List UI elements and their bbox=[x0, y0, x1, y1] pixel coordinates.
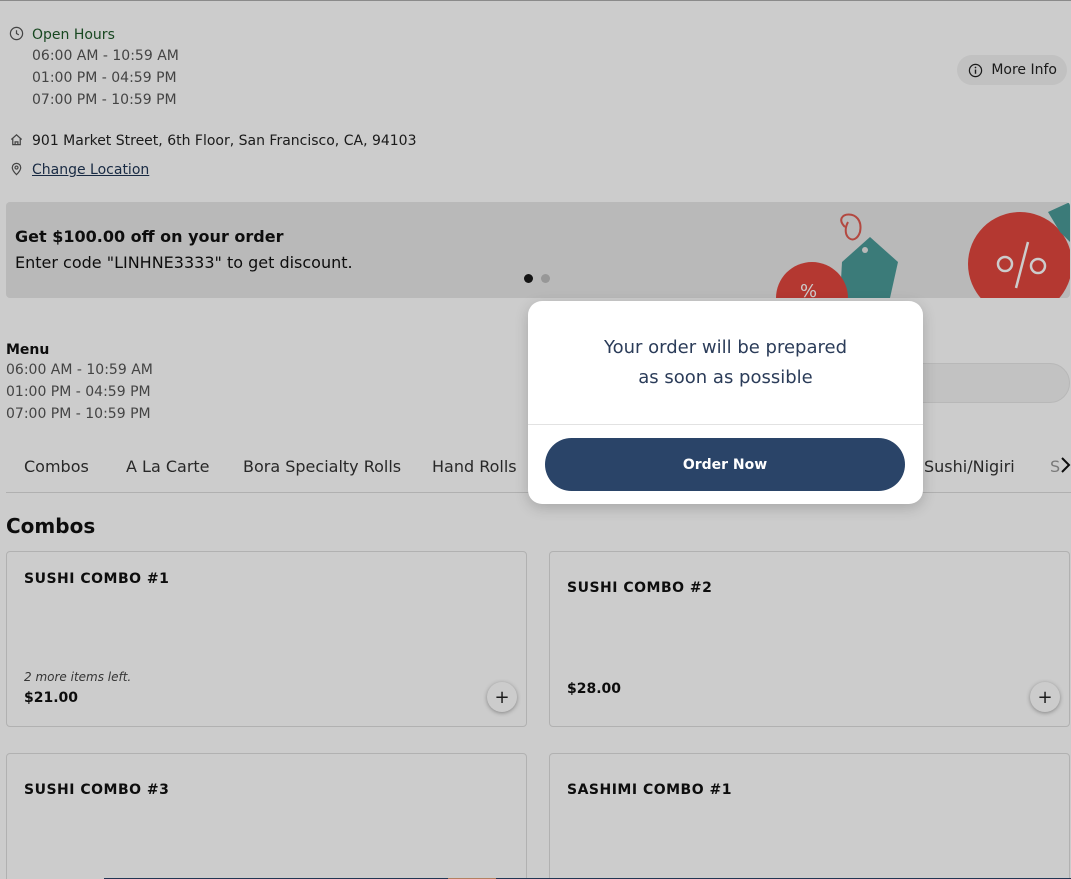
order-timing-modal: Your order will be prepared as soon as p… bbox=[528, 301, 923, 504]
modal-message-line: as soon as possible bbox=[638, 367, 813, 388]
page: Open Hours 06:00 AM - 10:59 AM 01:00 PM … bbox=[0, 0, 1071, 879]
order-now-button[interactable]: Order Now bbox=[545, 438, 905, 491]
modal-divider bbox=[528, 424, 923, 425]
modal-message: Your order will be prepared as soon as p… bbox=[528, 333, 923, 393]
modal-message-line: Your order will be prepared bbox=[604, 337, 847, 358]
